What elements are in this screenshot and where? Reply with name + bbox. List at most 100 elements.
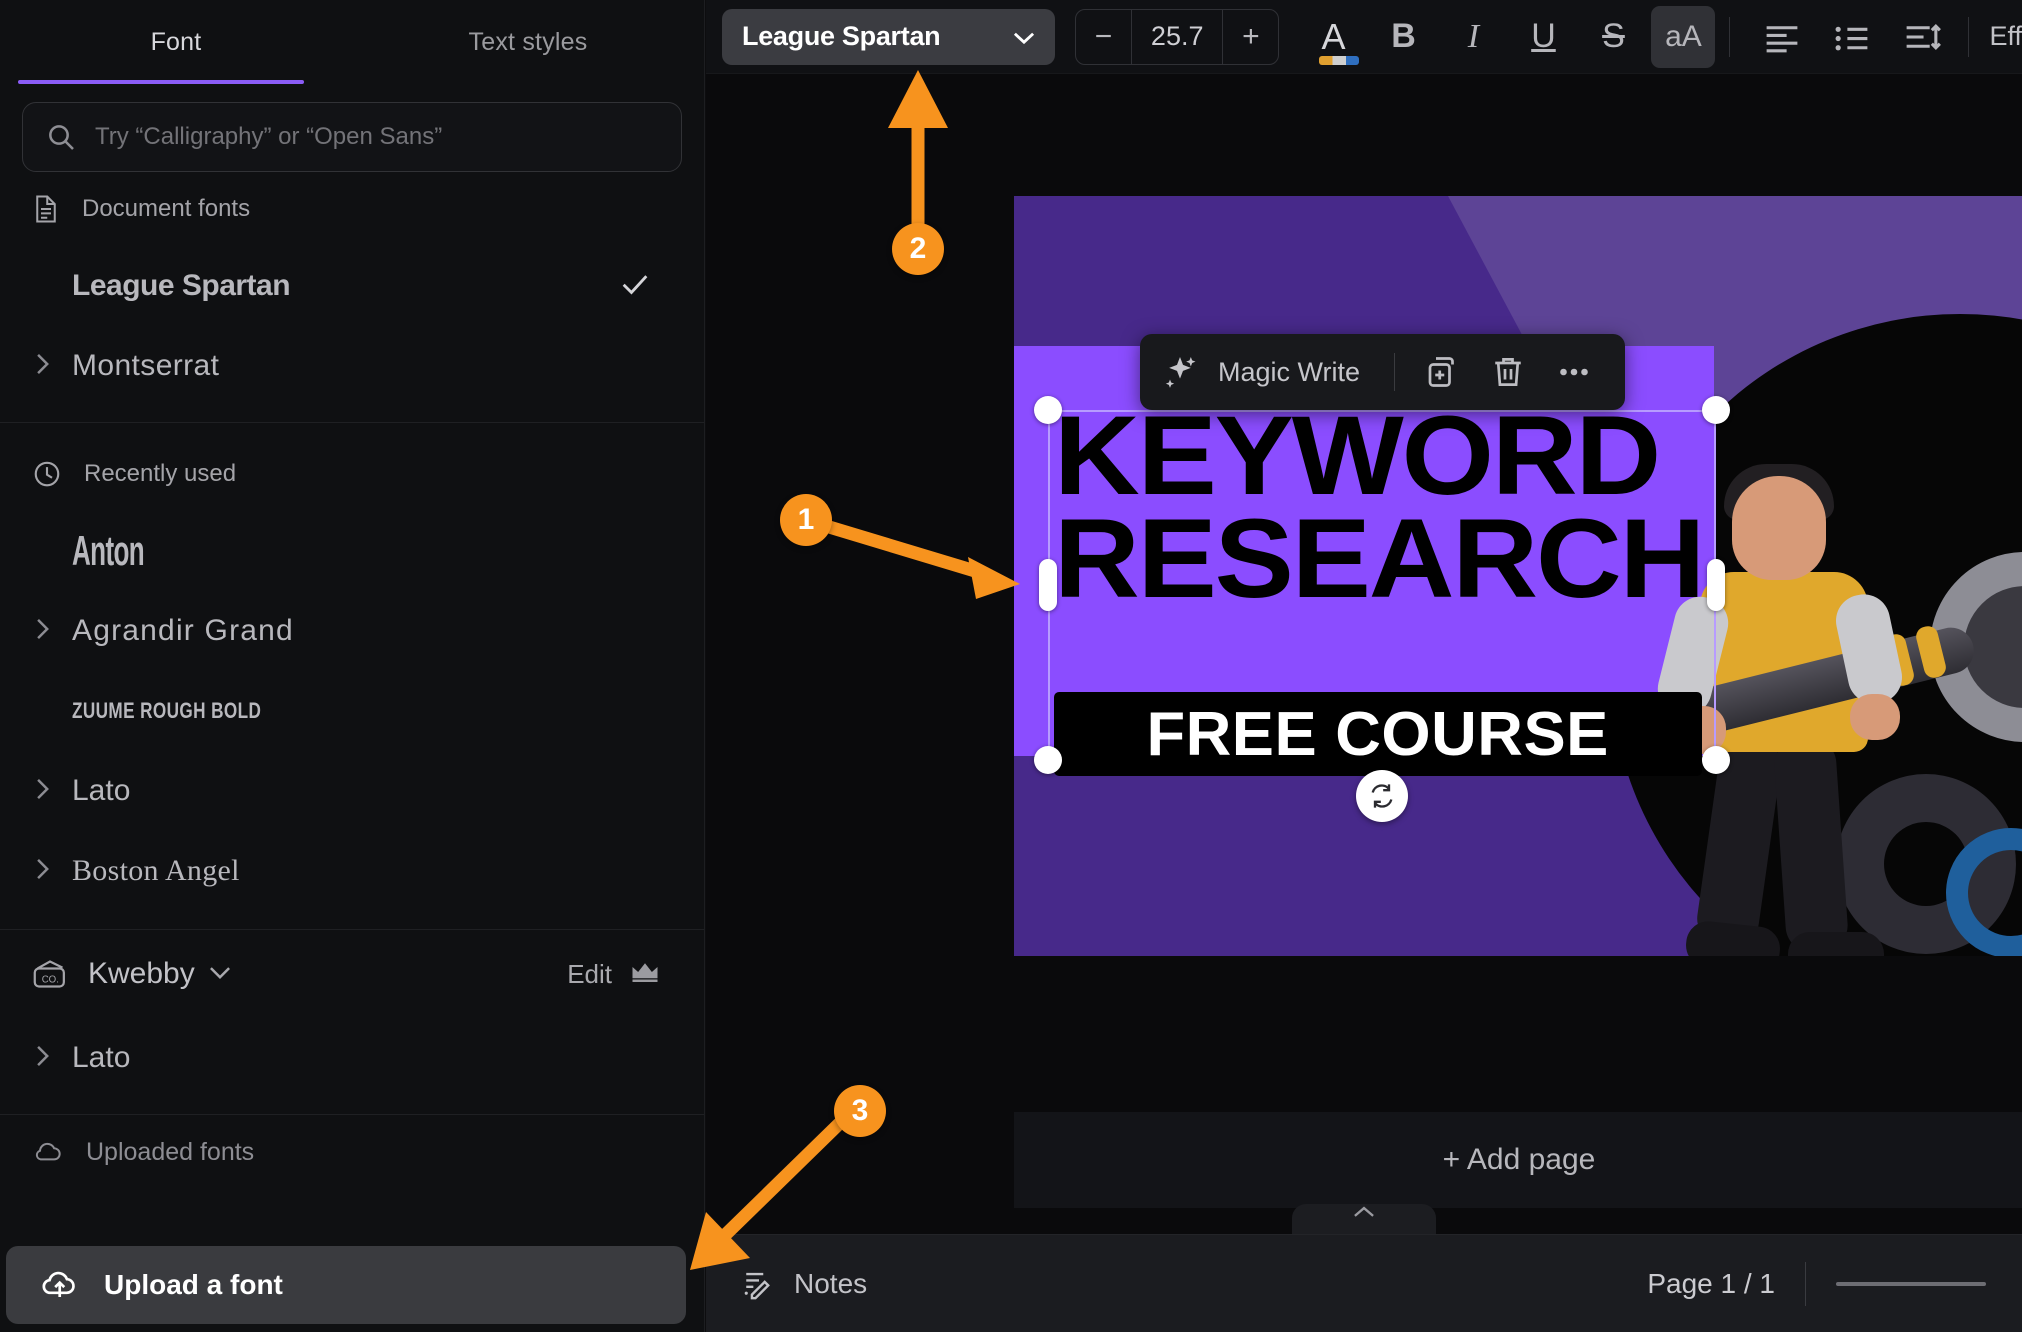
annotation-badge-1: 1 [780, 494, 832, 546]
font-size-stepper: − 25.7 + [1074, 8, 1280, 65]
brand-kit-icon: CO. [32, 957, 68, 991]
selected-text-element[interactable]: KEYWORD RESEARCH FREE COURSE [1034, 396, 1730, 822]
font-item-boston-angel[interactable]: Boston Angel [0, 831, 704, 911]
duplicate-icon[interactable] [1411, 341, 1473, 403]
strikethrough-button[interactable]: S [1581, 6, 1645, 68]
font-item-league-spartan[interactable]: League Spartan [0, 246, 704, 326]
tab-text-styles[interactable]: Text styles [352, 0, 704, 84]
font-item-zuume-rough-bold[interactable]: ZUUME ROUGH BOLD [0, 671, 704, 751]
magic-write-label[interactable]: Magic Write [1218, 357, 1360, 388]
line-spacing-icon[interactable] [1890, 6, 1954, 68]
brand-edit-button[interactable]: Edit [567, 959, 612, 990]
divider [1805, 1261, 1806, 1306]
font-sidebar: Font Text styles Document fonts [0, 0, 705, 1332]
font-item-label: Anton [72, 527, 145, 574]
font-item-anton[interactable]: Anton [0, 511, 704, 591]
search-container [0, 84, 704, 172]
font-item-label: ZUUME ROUGH BOLD [72, 698, 262, 723]
collapse-panel-button[interactable] [1292, 1204, 1436, 1234]
resize-handle-bottom-right[interactable] [1702, 746, 1730, 774]
font-family-dropdown[interactable]: League Spartan [722, 8, 1055, 65]
font-item-label: Agrandir Grand [72, 614, 294, 647]
element-context-toolbar: Magic Write [1140, 334, 1626, 410]
resize-handle-top-right[interactable] [1702, 396, 1730, 424]
font-item-lato-brand[interactable]: Lato [0, 1018, 704, 1098]
zoom-slider[interactable] [1836, 1281, 1986, 1286]
toolbar-divider [1968, 16, 1970, 57]
subline-text[interactable]: FREE COURSE [1147, 699, 1609, 770]
font-size-increase-button[interactable]: + [1223, 10, 1278, 64]
section-document-fonts: Document fonts League Spartan Montserrat [0, 172, 704, 406]
bold-button[interactable]: B [1371, 6, 1435, 68]
chevron-down-icon [1011, 28, 1037, 46]
sparkle-icon [1160, 352, 1200, 392]
section-recently-used: Recently used Anton Agrandir Grand ZUUME… [0, 437, 704, 911]
chevron-right-icon[interactable] [32, 1043, 62, 1073]
font-color-icon: A [1319, 18, 1360, 65]
canva-editor-window: Font Text styles Document fonts [0, 0, 2022, 1332]
font-item-agrandir-grand[interactable]: Agrandir Grand [0, 591, 704, 671]
tab-font[interactable]: Font [0, 0, 352, 84]
font-size-decrease-button[interactable]: − [1076, 10, 1131, 64]
chevron-right-icon[interactable] [32, 351, 62, 381]
bulleted-list-icon[interactable] [1820, 6, 1884, 68]
resize-handle-middle-left[interactable] [1039, 559, 1057, 611]
more-horizontal-icon[interactable] [1543, 341, 1605, 403]
annotation-badge-3: 3 [834, 1085, 886, 1137]
notes-button[interactable]: Notes [742, 1268, 867, 1300]
font-item-label: Boston Angel [72, 854, 240, 887]
brand-kit-row[interactable]: CO. Kwebby Edit [0, 930, 704, 1018]
search-box[interactable] [22, 102, 682, 172]
chevron-right-icon[interactable] [32, 616, 62, 646]
page-indicator: Page 1 / 1 [1647, 1267, 1775, 1299]
upload-a-font-button[interactable]: Upload a font [6, 1246, 686, 1324]
effects-button[interactable]: Eff [1989, 21, 2022, 52]
font-item-label: League Spartan [72, 269, 291, 302]
font-color-button[interactable]: A [1301, 6, 1365, 68]
italic-button[interactable]: I [1441, 6, 1505, 68]
page-indicator-group: Page 1 / 1 [1647, 1261, 1986, 1306]
context-toolbar-divider [1394, 353, 1396, 391]
search-icon [45, 121, 77, 153]
font-item-label: Lato [72, 774, 131, 807]
bottom-bar: Notes Page 1 / 1 [706, 1234, 2022, 1332]
design-page[interactable]: KEYWORD RESEARCH FREE COURSE [1014, 196, 2022, 956]
uploaded-fonts-label: Uploaded fonts [86, 1137, 255, 1166]
annotation-badge-2: 2 [892, 223, 944, 275]
group-header-document-fonts: Document fonts [0, 172, 704, 246]
rotate-icon[interactable] [1356, 770, 1408, 822]
section-brand-kit: CO. Kwebby Edit Lato [0, 930, 704, 1098]
trash-icon[interactable] [1477, 341, 1539, 403]
resize-handle-middle-right[interactable] [1707, 559, 1725, 611]
notes-icon [742, 1268, 776, 1300]
font-item-montserrat[interactable]: Montserrat [0, 326, 704, 406]
brand-name-label: Kwebby [88, 957, 195, 990]
chevron-down-icon[interactable] [207, 961, 233, 987]
font-family-value: League Spartan [742, 21, 941, 51]
text-align-left-icon[interactable] [1750, 6, 1814, 68]
divider [0, 422, 704, 423]
resize-handle-top-left[interactable] [1034, 396, 1062, 424]
check-icon [618, 267, 652, 306]
chevron-right-icon[interactable] [32, 856, 62, 886]
text-toolbar: League Spartan − 25.7 + A B I U S aA Eff [706, 0, 2022, 74]
sidebar-tabs: Font Text styles [0, 0, 704, 84]
font-item-label: Montserrat [72, 349, 220, 382]
underline-button[interactable]: U [1511, 6, 1575, 68]
letter-case-button[interactable]: aA [1651, 5, 1716, 68]
subline-container: FREE COURSE [1054, 692, 1702, 776]
add-page-button[interactable]: + Add page [1014, 1112, 2022, 1208]
notes-label: Notes [794, 1267, 868, 1299]
section-uploaded-fonts: Uploaded fonts [0, 1115, 704, 1189]
search-input[interactable] [95, 123, 659, 151]
cloud-upload-icon [40, 1268, 80, 1302]
headline-text[interactable]: KEYWORD RESEARCH [1054, 399, 1754, 614]
group-header-recently-used: Recently used [0, 437, 704, 511]
chevron-right-icon[interactable] [32, 776, 62, 806]
upload-a-font-label: Upload a font [104, 1269, 283, 1300]
resize-handle-bottom-left[interactable] [1034, 746, 1062, 774]
active-tab-indicator [18, 80, 304, 84]
cloud-icon [32, 1140, 64, 1164]
font-size-value[interactable]: 25.7 [1130, 9, 1224, 64]
font-item-lato-recent[interactable]: Lato [0, 751, 704, 831]
